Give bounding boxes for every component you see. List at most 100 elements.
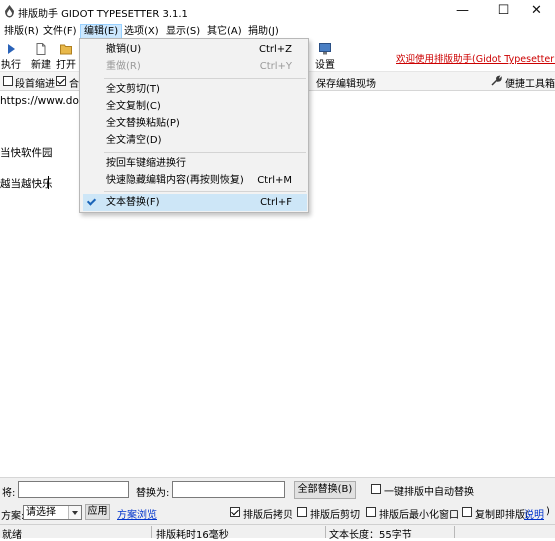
menu-redo-label: 重做(R) <box>106 61 141 72</box>
window-title: 排版助手 GIDOT TYPESETTER 3.1.1 <box>18 9 188 20</box>
find-input[interactable] <box>18 481 129 498</box>
menu-separator <box>104 152 306 153</box>
replace-all-button[interactable]: 全部替换(B) <box>294 481 356 499</box>
menu-edit[interactable]: 编辑(E) <box>80 24 123 39</box>
menu-paste-replace-all[interactable]: 全文替换粘贴(P) <box>83 115 307 132</box>
cut-after-box <box>297 507 307 517</box>
copy-instant-checkbox[interactable] <box>462 507 472 519</box>
menu-quick-hide-shortcut: Ctrl+M <box>257 175 292 186</box>
open-label: 打开 <box>56 60 76 71</box>
status-length: 文本长度：55字节 <box>329 530 412 541</box>
menu-separator <box>104 78 306 79</box>
status-ready: 就绪 <box>2 530 22 541</box>
cut-after-label: 排版后剪切 <box>310 510 360 521</box>
maximize-button[interactable]: ☐ <box>485 0 522 23</box>
find-label: 将: <box>2 488 16 499</box>
menu-separator <box>104 191 306 192</box>
title-bar: 排版助手 GIDOT TYPESETTER 3.1.1 — ☐ ✕ <box>0 0 555 23</box>
new-button[interactable]: 新建 <box>29 42 53 71</box>
menu-cut-all-label: 全文剪切(T) <box>106 84 160 95</box>
copy-instant-box <box>462 507 472 517</box>
minimize-after-label: 排版后最小化窗口 <box>379 510 459 521</box>
execute-label: 执行 <box>1 60 21 71</box>
chevron-down-icon <box>68 506 81 519</box>
open-button[interactable]: 打开 <box>55 42 77 71</box>
menu-quick-hide-label: 快速隐藏编辑内容(再按则恢复) <box>106 175 244 186</box>
browse-scheme-link[interactable]: 方案浏览 <box>117 506 157 521</box>
menu-quick-hide[interactable]: 快速隐藏编辑内容(再按则恢复) Ctrl+M <box>83 172 307 189</box>
editor-line-3: 越当越快乐 <box>0 178 53 190</box>
menu-redo-shortcut: Ctrl+Y <box>259 61 292 72</box>
menu-options[interactable]: 选项(X) <box>121 24 162 39</box>
copy-after-box <box>230 507 240 517</box>
menu-undo-label: 撤销(U) <box>106 44 142 55</box>
first-indent-box <box>3 76 13 86</box>
text-caret <box>48 176 49 189</box>
save-scene-button[interactable]: 保存编辑现场 <box>316 75 376 90</box>
menu-undo[interactable]: 撤销(U) Ctrl+Z <box>83 41 307 58</box>
replace-input[interactable] <box>172 481 285 498</box>
scheme-select[interactable]: 请选择 <box>23 505 82 520</box>
app-icon <box>5 5 14 18</box>
toolbox-button[interactable]: 便捷工具箱 <box>505 75 555 90</box>
menu-copy-all[interactable]: 全文复制(C) <box>83 98 307 115</box>
menu-enter-indent[interactable]: 按回车键缩进换行 <box>83 155 307 172</box>
menu-file[interactable]: 文件(F) <box>40 24 80 39</box>
new-file-icon <box>36 43 46 55</box>
settings-button[interactable]: 设置 <box>314 42 336 71</box>
merge-box <box>56 76 66 86</box>
menu-copy-all-label: 全文复制(C) <box>106 101 161 112</box>
close-paren: ) <box>546 506 550 517</box>
new-label: 新建 <box>31 60 51 71</box>
scheme-label: 方案: <box>1 511 25 522</box>
menu-text-replace-label: 文本替换(F) <box>106 197 160 208</box>
scheme-select-value: 请选择 <box>26 507 56 518</box>
status-divider <box>151 526 152 538</box>
merge-label: 合 <box>69 79 79 90</box>
menu-enter-indent-label: 按回车键缩进换行 <box>106 158 186 169</box>
cut-after-checkbox[interactable] <box>297 507 307 519</box>
first-indent-label: 段首缩进 <box>15 79 55 90</box>
promo-link[interactable]: 欢迎使用排版助手(Gidot Typesetter) <box>396 51 555 65</box>
play-icon <box>8 44 15 54</box>
editor-line-2: 当快软件园 <box>0 147 53 159</box>
menu-other[interactable]: 其它(A) <box>204 24 245 39</box>
status-bar: 就绪 排版耗时16毫秒 文本长度：55字节 <box>0 524 555 541</box>
menu-typeset[interactable]: 排版(R) <box>1 24 42 39</box>
folder-icon <box>60 44 72 55</box>
editor-line-1: https://www.dow <box>0 95 88 107</box>
status-elapsed: 排版耗时16毫秒 <box>156 530 229 541</box>
minimize-after-box <box>366 507 376 517</box>
merge-checkbox[interactable] <box>56 76 66 88</box>
minimize-button[interactable]: — <box>444 0 481 23</box>
settings-label: 设置 <box>315 60 335 71</box>
monitor-icon <box>319 43 331 55</box>
menu-redo[interactable]: 重做(R) Ctrl+Y <box>83 58 307 75</box>
wrench-icon <box>491 75 502 86</box>
replace-label: 替换为: <box>136 488 170 499</box>
execute-button[interactable]: 执行 <box>0 42 22 71</box>
auto-replace-checkbox[interactable] <box>371 484 381 496</box>
minimize-after-checkbox[interactable] <box>366 507 376 519</box>
menu-paste-replace-all-label: 全文替换粘贴(P) <box>106 118 180 129</box>
menu-donate[interactable]: 捐助(J) <box>245 24 282 39</box>
first-indent-checkbox[interactable] <box>3 76 13 88</box>
status-divider <box>454 526 455 538</box>
help-link[interactable]: 说明 <box>524 506 544 521</box>
menu-text-replace[interactable]: 文本替换(F) Ctrl+F <box>83 194 307 211</box>
copy-instant-label: 复制即排版( <box>475 510 529 521</box>
menu-clear-all-label: 全文清空(D) <box>106 135 162 146</box>
menu-text-replace-shortcut: Ctrl+F <box>260 197 292 208</box>
copy-after-checkbox[interactable] <box>230 507 240 519</box>
menu-cut-all[interactable]: 全文剪切(T) <box>83 81 307 98</box>
menu-undo-shortcut: Ctrl+Z <box>258 44 292 55</box>
auto-replace-label: 一键排版中自动替换 <box>384 487 474 498</box>
status-divider <box>325 526 326 538</box>
menu-clear-all[interactable]: 全文清空(D) <box>83 132 307 149</box>
edit-menu-dropdown: 撤销(U) Ctrl+Z 重做(R) Ctrl+Y 全文剪切(T) 全文复制(C… <box>79 38 309 213</box>
copy-after-label: 排版后拷贝 <box>243 510 293 521</box>
auto-replace-box <box>371 484 381 494</box>
menu-display[interactable]: 显示(S) <box>163 24 203 39</box>
close-button[interactable]: ✕ <box>518 0 555 23</box>
apply-button[interactable]: 应用 <box>85 504 110 520</box>
